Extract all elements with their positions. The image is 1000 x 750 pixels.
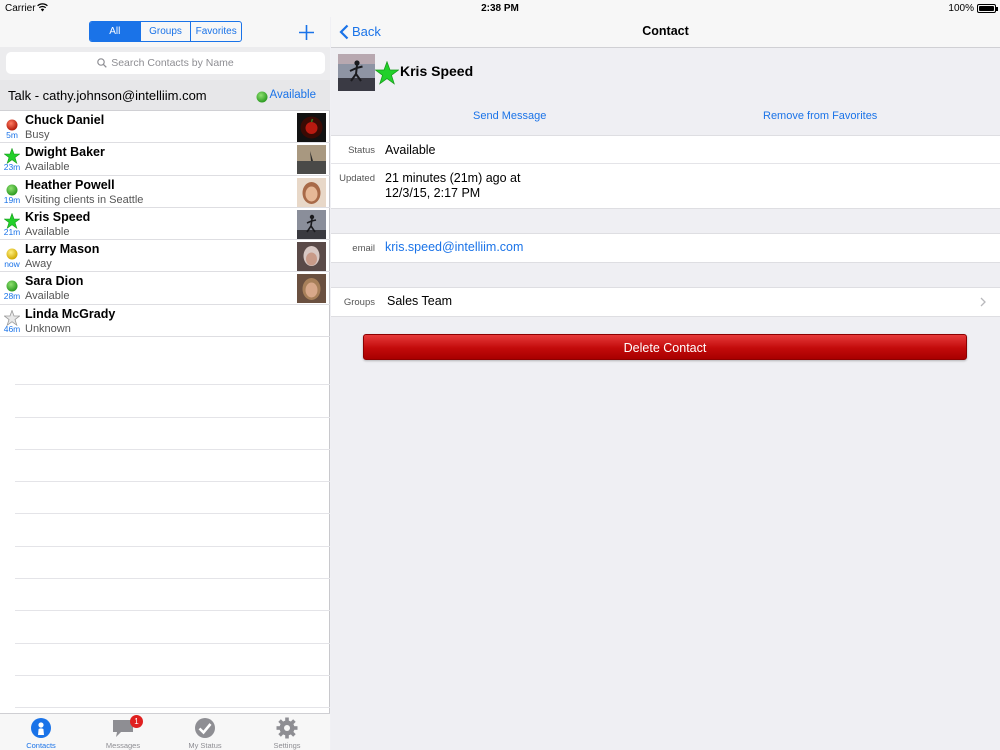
contact-name: Linda McGrady [25, 306, 116, 321]
tab-my-status[interactable]: My Status [164, 714, 246, 750]
avatar [297, 145, 326, 175]
email-key: email [352, 243, 375, 254]
tab-settings[interactable]: Settings [246, 714, 328, 750]
contact-status: Busy [25, 129, 50, 141]
updated-value-line2: 12/3/15, 2:17 PM [385, 186, 481, 200]
segment-groups[interactable]: Groups [141, 22, 192, 41]
email-row[interactable]: email kris.speed@intelliim.com [331, 234, 1000, 262]
groups-value: Sales Team [387, 294, 453, 308]
contact-time: 23m [3, 162, 21, 173]
plus-icon [299, 25, 314, 40]
contact-status: Unknown [25, 322, 71, 335]
contact-time: 19m [3, 194, 21, 205]
delete-contact-button[interactable]: Delete Contact [363, 334, 967, 360]
email-section: email kris.speed@intelliim.com [331, 233, 1000, 263]
avatar [297, 113, 326, 142]
available-dot-icon [256, 90, 268, 108]
unread-badge: 1 [130, 715, 143, 728]
groups-section: Groups Sales Team [331, 287, 1000, 317]
avatar [297, 274, 326, 304]
contact-name: Heather Powell [25, 177, 115, 192]
contact-name: Kris Speed [400, 63, 474, 79]
clock: 2:38 PM [481, 3, 519, 14]
gear-icon [276, 717, 298, 739]
contact-row[interactable]: now Larry Mason Away [0, 240, 330, 273]
updated-key: Updated [339, 173, 375, 184]
contact-time: 28m [3, 291, 21, 302]
tab-bar: Contacts 1 Messages My Status Settings [0, 713, 330, 750]
contact-name: Larry Mason [25, 242, 100, 257]
empty-list-area [15, 353, 330, 709]
contact-time: now [4, 259, 20, 270]
contacts-nav-bar: All Groups Favorites [0, 17, 330, 47]
search-placeholder: Search Contacts by Name [111, 57, 234, 69]
updated-row: Updated 21 minutes (21m) ago at 12/3/15,… [331, 164, 1000, 208]
contact-time: 5m [6, 130, 18, 140]
contact-name: Sara Dion [25, 274, 84, 289]
search-bar: Search Contacts by Name [0, 47, 330, 80]
contact-status: Visiting clients in Seattle [25, 193, 144, 206]
add-contact-button[interactable] [299, 19, 314, 45]
filter-segmented-control: All Groups Favorites [89, 21, 242, 42]
tab-label: Contacts [26, 741, 56, 750]
avatar [297, 177, 326, 207]
contact-row[interactable]: 19m Heather Powell Visiting clients in S… [0, 176, 330, 208]
contacts-panel: All Groups Favorites Search Contacts by … [0, 17, 330, 750]
contact-row[interactable]: 28m Sara Dion Available [0, 272, 330, 305]
tab-messages[interactable]: 1 Messages [82, 714, 164, 750]
battery-icon [977, 4, 998, 13]
contact-status: Available [25, 225, 70, 238]
talk-status[interactable]: Available [270, 89, 316, 101]
contact-row[interactable]: 21m Kris Speed Available [0, 208, 330, 241]
detail-nav-bar: Back Contact [331, 17, 1000, 48]
contact-row[interactable]: 46m Linda McGrady Unknown [0, 305, 330, 338]
tab-contacts[interactable]: Contacts [0, 714, 82, 750]
remove-favorite-button[interactable]: Remove from Favorites [763, 110, 877, 122]
contact-header: Kris Speed Send Message Remove from Favo… [331, 48, 1000, 136]
contact-row[interactable]: 23m Dwight Baker Available [0, 143, 330, 176]
groups-row[interactable]: Groups Sales Team [331, 288, 1000, 316]
status-section: Status Available Updated 21 minutes (21m… [331, 135, 1000, 209]
contact-time: 46m [3, 323, 21, 334]
talk-account-label: Talk - cathy.johnson@intelliim.com [8, 88, 207, 103]
chevron-right-icon [980, 297, 986, 307]
contact-status: Available [25, 290, 70, 303]
contact-status: Available [25, 161, 70, 174]
contact-icon [31, 718, 51, 738]
battery-percent: 100% [948, 3, 974, 14]
avatar [338, 54, 375, 91]
segment-all[interactable]: All [90, 22, 141, 41]
page-title: Contact [642, 24, 689, 38]
tab-label: Settings [273, 741, 301, 750]
contact-time: 21m [3, 226, 21, 237]
status-bar: Carrier 2:38 PM 100% [0, 0, 1000, 17]
status-value: Available [385, 143, 436, 157]
contact-status: Away [25, 258, 52, 271]
contact-row[interactable]: 5m Chuck Daniel Busy [0, 111, 330, 144]
talk-account-row[interactable]: Talk - cathy.johnson@intelliim.com Avail… [0, 80, 330, 111]
checkmark-icon [195, 718, 215, 738]
contact-list: 5m Chuck Daniel Busy 23m Dwight Baker Av… [0, 111, 330, 338]
status-row: Status Available [331, 136, 1000, 164]
groups-key: Groups [343, 297, 375, 308]
search-icon [97, 58, 107, 68]
contact-name: Chuck Daniel [25, 113, 105, 127]
avatar [297, 242, 326, 272]
updated-value-line1: 21 minutes (21m) ago at [385, 171, 521, 185]
tab-label: My Status [188, 741, 222, 750]
contact-name: Kris Speed [25, 209, 91, 224]
send-message-button[interactable]: Send Message [473, 110, 546, 122]
email-link[interactable]: kris.speed@intelliim.com [385, 240, 523, 254]
favorite-star-icon[interactable] [374, 60, 400, 90]
tab-label: Messages [105, 741, 141, 750]
search-input[interactable]: Search Contacts by Name [6, 52, 325, 74]
status-key: Status [348, 145, 375, 156]
contact-name: Dwight Baker [25, 145, 105, 160]
contact-detail-panel: Back Contact Kris Speed Send Message Rem… [331, 17, 1000, 750]
segment-favorites[interactable]: Favorites [191, 22, 241, 41]
avatar [297, 209, 326, 239]
